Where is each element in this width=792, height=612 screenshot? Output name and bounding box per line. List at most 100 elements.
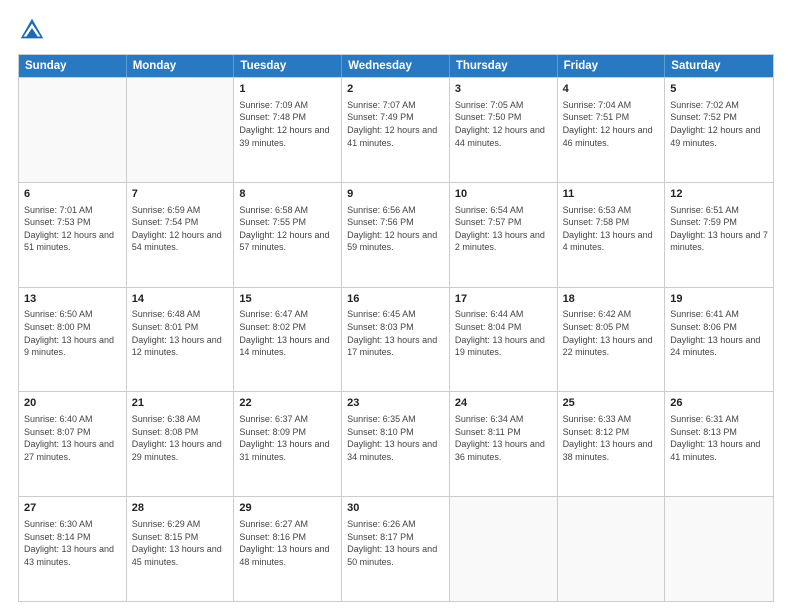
cell-info: Sunrise: 6:38 AM Sunset: 8:08 PM Dayligh… — [132, 413, 229, 463]
cell-info: Sunrise: 7:02 AM Sunset: 7:52 PM Dayligh… — [670, 99, 768, 149]
day-number: 19 — [670, 292, 768, 307]
calendar: SundayMondayTuesdayWednesdayThursdayFrid… — [18, 54, 774, 602]
calendar-cell — [450, 497, 558, 601]
calendar-cell: 8Sunrise: 6:58 AM Sunset: 7:55 PM Daylig… — [234, 183, 342, 287]
page-header — [18, 16, 774, 44]
cell-info: Sunrise: 6:48 AM Sunset: 8:01 PM Dayligh… — [132, 308, 229, 358]
calendar-cell: 24 Sunrise: 6:34 AM Sunset: 8:11 PM Dayli… — [450, 392, 558, 496]
cal-header-saturday: Saturday — [665, 55, 773, 77]
cell-info: Sunrise: 6:40 AM Sunset: 8:07 PM Dayligh… — [24, 413, 121, 463]
cell-info: Sunrise: 6:59 AM Sunset: 7:54 PM Dayligh… — [132, 204, 229, 254]
calendar-week-4: 27 Sunrise: 6:30 AM Sunset: 8:14 PM Dayli… — [19, 496, 773, 601]
cell-info: Sunrise: 6:44 AM Sunset: 8:04 PM Dayligh… — [455, 308, 552, 358]
cell-info: Sunrise: 6:53 AM Sunset: 7:58 PM Dayligh… — [563, 204, 660, 254]
day-number: 27 — [24, 501, 121, 516]
calendar-cell — [558, 497, 666, 601]
day-number: 11 — [563, 187, 660, 202]
calendar-cell: 25 Sunrise: 6:33 AM Sunset: 8:12 PM Dayli… — [558, 392, 666, 496]
calendar-cell: 16Sunrise: 6:45 AM Sunset: 8:03 PM Dayli… — [342, 288, 450, 392]
calendar-cell: 18Sunrise: 6:42 AM Sunset: 8:05 PM Dayli… — [558, 288, 666, 392]
calendar-cell — [665, 497, 773, 601]
day-number: 10 — [455, 187, 552, 202]
logo — [18, 16, 50, 44]
day-number: 7 — [132, 187, 229, 202]
cal-header-friday: Friday — [558, 55, 666, 77]
cell-info: Sunrise: 6:35 AM Sunset: 8:10 PM Dayligh… — [347, 413, 444, 463]
day-number: 26 — [670, 396, 768, 411]
day-number: 3 — [455, 82, 552, 97]
cell-info: Sunrise: 6:33 AM Sunset: 8:12 PM Dayligh… — [563, 413, 660, 463]
day-number: 23 — [347, 396, 444, 411]
cell-info: Sunrise: 6:30 AM Sunset: 8:14 PM Dayligh… — [24, 518, 121, 568]
cell-info: Sunrise: 6:45 AM Sunset: 8:03 PM Dayligh… — [347, 308, 444, 358]
calendar-cell: 13Sunrise: 6:50 AM Sunset: 8:00 PM Dayli… — [19, 288, 127, 392]
calendar-cell: 9 Sunrise: 6:56 AM Sunset: 7:56 PM Daylig… — [342, 183, 450, 287]
calendar-cell: 11 Sunrise: 6:53 AM Sunset: 7:58 PM Dayli… — [558, 183, 666, 287]
calendar-cell — [127, 78, 235, 182]
cell-info: Sunrise: 7:04 AM Sunset: 7:51 PM Dayligh… — [563, 99, 660, 149]
calendar-cell: 10 Sunrise: 6:54 AM Sunset: 7:57 PM Dayli… — [450, 183, 558, 287]
day-number: 12 — [670, 187, 768, 202]
day-number: 2 — [347, 82, 444, 97]
cell-info: Sunrise: 6:31 AM Sunset: 8:13 PM Dayligh… — [670, 413, 768, 463]
cell-info: Sunrise: 7:07 AM Sunset: 7:49 PM Dayligh… — [347, 99, 444, 149]
cell-info: Sunrise: 6:47 AM Sunset: 8:02 PM Dayligh… — [239, 308, 336, 358]
cell-info: Sunrise: 6:34 AM Sunset: 8:11 PM Dayligh… — [455, 413, 552, 463]
calendar-cell: 20Sunrise: 6:40 AM Sunset: 8:07 PM Dayli… — [19, 392, 127, 496]
day-number: 24 — [455, 396, 552, 411]
cell-info: Sunrise: 6:54 AM Sunset: 7:57 PM Dayligh… — [455, 204, 552, 254]
calendar-cell: 1 Sunrise: 7:09 AM Sunset: 7:48 PM Daylig… — [234, 78, 342, 182]
calendar-cell: 28Sunrise: 6:29 AM Sunset: 8:15 PM Dayli… — [127, 497, 235, 601]
cal-header-monday: Monday — [127, 55, 235, 77]
cell-info: Sunrise: 6:51 AM Sunset: 7:59 PM Dayligh… — [670, 204, 768, 254]
cell-info: Sunrise: 6:50 AM Sunset: 8:00 PM Dayligh… — [24, 308, 121, 358]
day-number: 14 — [132, 292, 229, 307]
calendar-cell: 22Sunrise: 6:37 AM Sunset: 8:09 PM Dayli… — [234, 392, 342, 496]
day-number: 15 — [239, 292, 336, 307]
day-number: 4 — [563, 82, 660, 97]
calendar-week-2: 13Sunrise: 6:50 AM Sunset: 8:00 PM Dayli… — [19, 287, 773, 392]
cell-info: Sunrise: 6:41 AM Sunset: 8:06 PM Dayligh… — [670, 308, 768, 358]
calendar-cell: 26 Sunrise: 6:31 AM Sunset: 8:13 PM Dayli… — [665, 392, 773, 496]
day-number: 22 — [239, 396, 336, 411]
day-number: 16 — [347, 292, 444, 307]
cal-header-thursday: Thursday — [450, 55, 558, 77]
cal-header-wednesday: Wednesday — [342, 55, 450, 77]
day-number: 1 — [239, 82, 336, 97]
calendar-header-row: SundayMondayTuesdayWednesdayThursdayFrid… — [19, 55, 773, 77]
calendar-cell: 12 Sunrise: 6:51 AM Sunset: 7:59 PM Dayli… — [665, 183, 773, 287]
day-number: 9 — [347, 187, 444, 202]
calendar-cell: 5 Sunrise: 7:02 AM Sunset: 7:52 PM Daylig… — [665, 78, 773, 182]
day-number: 18 — [563, 292, 660, 307]
day-number: 13 — [24, 292, 121, 307]
calendar-cell: 3 Sunrise: 7:05 AM Sunset: 7:50 PM Daylig… — [450, 78, 558, 182]
cal-header-sunday: Sunday — [19, 55, 127, 77]
cell-info: Sunrise: 6:56 AM Sunset: 7:56 PM Dayligh… — [347, 204, 444, 254]
day-number: 6 — [24, 187, 121, 202]
calendar-cell: 19Sunrise: 6:41 AM Sunset: 8:06 PM Dayli… — [665, 288, 773, 392]
day-number: 5 — [670, 82, 768, 97]
calendar-cell: 4 Sunrise: 7:04 AM Sunset: 7:51 PM Daylig… — [558, 78, 666, 182]
calendar-cell: 14Sunrise: 6:48 AM Sunset: 8:01 PM Dayli… — [127, 288, 235, 392]
day-number: 25 — [563, 396, 660, 411]
calendar-cell: 30Sunrise: 6:26 AM Sunset: 8:17 PM Dayli… — [342, 497, 450, 601]
cell-info: Sunrise: 6:27 AM Sunset: 8:16 PM Dayligh… — [239, 518, 336, 568]
cell-info: Sunrise: 7:05 AM Sunset: 7:50 PM Dayligh… — [455, 99, 552, 149]
calendar-cell: 23 Sunrise: 6:35 AM Sunset: 8:10 PM Dayli… — [342, 392, 450, 496]
logo-icon — [18, 16, 46, 44]
calendar-cell: 17Sunrise: 6:44 AM Sunset: 8:04 PM Dayli… — [450, 288, 558, 392]
cell-info: Sunrise: 7:01 AM Sunset: 7:53 PM Dayligh… — [24, 204, 121, 254]
calendar-cell: 15Sunrise: 6:47 AM Sunset: 8:02 PM Dayli… — [234, 288, 342, 392]
day-number: 29 — [239, 501, 336, 516]
cell-info: Sunrise: 6:42 AM Sunset: 8:05 PM Dayligh… — [563, 308, 660, 358]
day-number: 8 — [239, 187, 336, 202]
calendar-cell: 6 Sunrise: 7:01 AM Sunset: 7:53 PM Daylig… — [19, 183, 127, 287]
cell-info: Sunrise: 7:09 AM Sunset: 7:48 PM Dayligh… — [239, 99, 336, 149]
calendar-body: 1 Sunrise: 7:09 AM Sunset: 7:48 PM Daylig… — [19, 77, 773, 601]
calendar-cell — [19, 78, 127, 182]
cell-info: Sunrise: 6:29 AM Sunset: 8:15 PM Dayligh… — [132, 518, 229, 568]
calendar-week-3: 20Sunrise: 6:40 AM Sunset: 8:07 PM Dayli… — [19, 391, 773, 496]
calendar-week-1: 6 Sunrise: 7:01 AM Sunset: 7:53 PM Daylig… — [19, 182, 773, 287]
calendar-cell: 29 Sunrise: 6:27 AM Sunset: 8:16 PM Dayli… — [234, 497, 342, 601]
calendar-cell: 21Sunrise: 6:38 AM Sunset: 8:08 PM Dayli… — [127, 392, 235, 496]
